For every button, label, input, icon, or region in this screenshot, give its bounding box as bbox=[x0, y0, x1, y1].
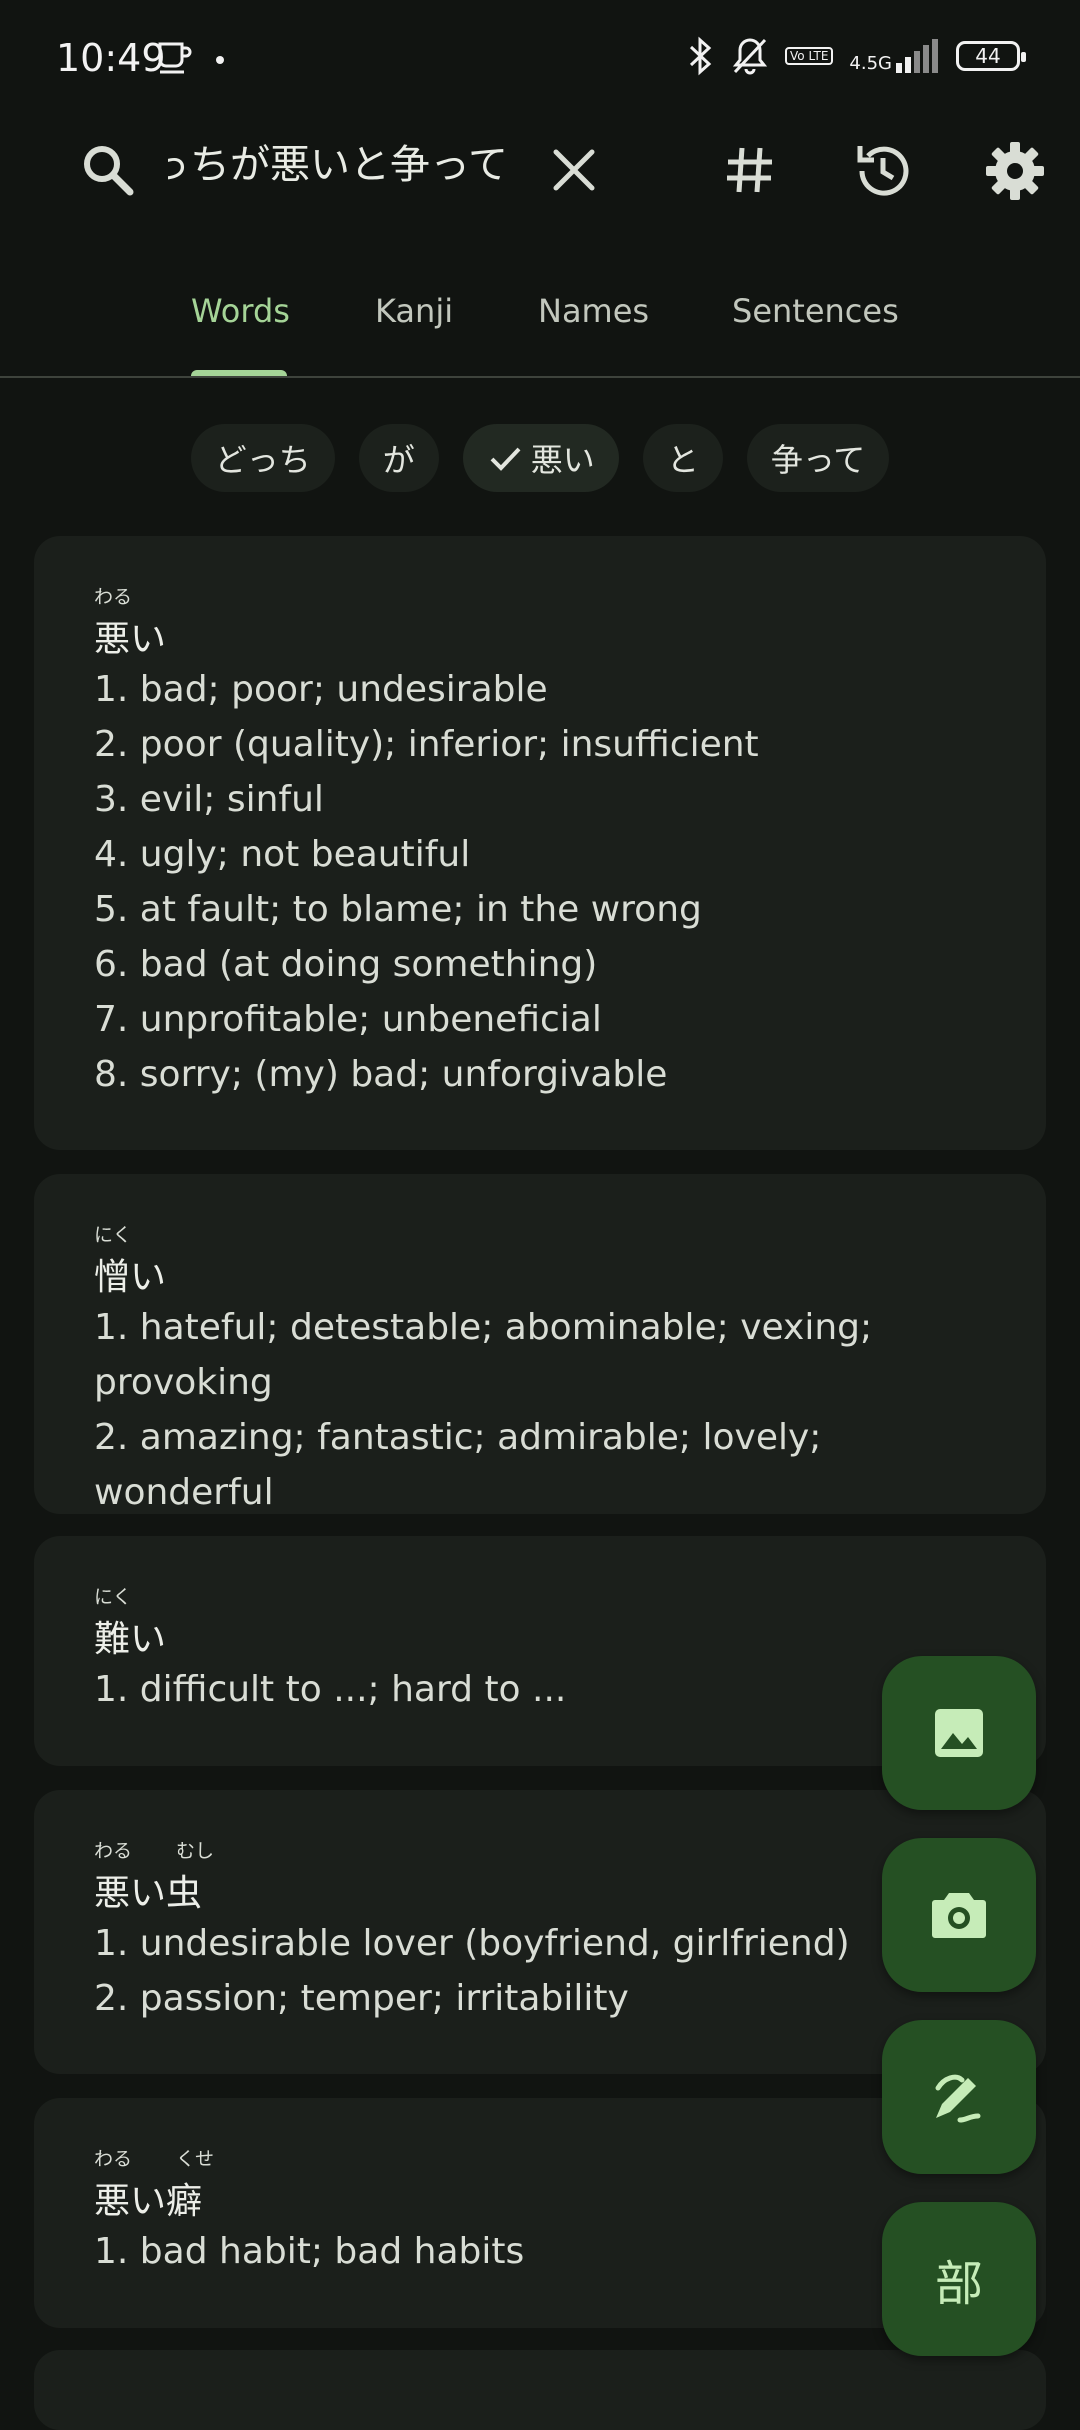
bell-off-icon bbox=[732, 38, 768, 75]
definition: 1. difficult to ...; hard to ... bbox=[94, 1669, 567, 1710]
radical-search-button[interactable]: 部 bbox=[882, 2202, 1036, 2356]
furigana-reading: むし bbox=[176, 1840, 215, 1862]
furigana: わる むし bbox=[94, 1836, 986, 1862]
status-right-icons: Vo LTE 4.5G 44 bbox=[685, 36, 1026, 76]
check-icon bbox=[490, 447, 521, 471]
definition: 8. sorry; (my) bad; unforgivable bbox=[94, 1054, 668, 1095]
search-bar: どっちが悪いと争って bbox=[0, 120, 1080, 220]
chip-warui[interactable]: 悪い bbox=[462, 424, 619, 492]
definition: 1. bad; poor; undesirable bbox=[94, 669, 548, 710]
search-query: どっちが悪いと争って bbox=[168, 142, 508, 188]
chip-ga[interactable]: が bbox=[358, 424, 439, 492]
radical-label: 部 bbox=[934, 2256, 983, 2312]
tab-kanji[interactable]: Kanji bbox=[375, 292, 453, 330]
battery-icon: 44 bbox=[956, 41, 1026, 71]
definition: 3. evil; sinful bbox=[94, 779, 324, 820]
result-word: 憎い bbox=[94, 1257, 167, 1298]
network-type: 4.5G bbox=[849, 53, 892, 74]
status-bar: 10:49 Vo LTE 4.5G 44 bbox=[0, 0, 1080, 120]
search-input[interactable]: どっちが悪いと争って bbox=[168, 130, 508, 200]
tab-indicator bbox=[191, 370, 287, 376]
result-word: 悪い虫 bbox=[94, 1873, 203, 1914]
hash-icon[interactable] bbox=[722, 142, 778, 198]
battery-level: 44 bbox=[975, 44, 1001, 68]
image-search-button[interactable] bbox=[882, 1656, 1036, 1810]
furigana-reading: わる bbox=[94, 1840, 133, 1862]
signal-indicator: 4.5G bbox=[849, 39, 940, 73]
coffee-icon bbox=[158, 42, 224, 74]
definition: 2. poor (quality); inferior; insufficien… bbox=[94, 724, 759, 765]
furigana-reading: わる bbox=[94, 2148, 133, 2170]
result-card[interactable]: わる 悪い 1. bad; poor; undesirable 2. poor … bbox=[34, 536, 1046, 1150]
result-word: 悪い癖 bbox=[94, 2181, 203, 2222]
chip-label: どっち bbox=[214, 441, 311, 479]
tab-names[interactable]: Names bbox=[538, 292, 649, 330]
result-word: 難い bbox=[94, 1619, 167, 1660]
image-icon bbox=[935, 1709, 983, 1757]
volte-badge: Vo LTE bbox=[785, 47, 834, 65]
furigana-reading: にく bbox=[94, 1224, 132, 1246]
furigana: にく bbox=[94, 1220, 986, 1246]
handwriting-icon bbox=[935, 2074, 981, 2123]
bluetooth-icon bbox=[690, 36, 712, 76]
chip-label: が bbox=[382, 441, 415, 479]
definition: 4. ugly; not beautiful bbox=[94, 834, 471, 875]
handwriting-button[interactable] bbox=[882, 2020, 1036, 2174]
chip-label: 悪い bbox=[530, 441, 595, 479]
clear-icon[interactable] bbox=[548, 144, 600, 196]
definition: 7. unprofitable; unbeneficial bbox=[94, 999, 602, 1040]
camera-button[interactable] bbox=[882, 1838, 1036, 1992]
furigana: わる bbox=[94, 582, 986, 608]
search-icon[interactable] bbox=[80, 142, 136, 198]
definition: 1. undesirable lover (boyfriend, girlfri… bbox=[94, 1923, 850, 1964]
tab-bar: Words Kanji Names Sentences bbox=[0, 270, 1080, 378]
segment-chips: どっち が 悪い と 争って bbox=[0, 424, 1080, 494]
definition: 2. amazing; fantastic; admirable; lovely… bbox=[94, 1417, 822, 1513]
chip-label: 争って bbox=[770, 441, 866, 479]
chip-docchi[interactable]: どっち bbox=[190, 424, 335, 492]
gear-icon[interactable] bbox=[984, 140, 1046, 202]
definition: 1. hateful; detestable; abominable; vexi… bbox=[94, 1307, 873, 1403]
result-word: 悪い bbox=[94, 619, 167, 660]
camera-icon bbox=[932, 1893, 986, 1938]
furigana-reading: わる bbox=[94, 586, 133, 608]
furigana-reading: にく bbox=[94, 1586, 132, 1608]
result-card[interactable] bbox=[34, 2350, 1046, 2430]
furigana: にく bbox=[94, 1582, 986, 1608]
definition: 2. passion; temper; irritability bbox=[94, 1978, 629, 2019]
definition: 1. bad habit; bad habits bbox=[94, 2231, 525, 2272]
definition: 5. at fault; to blame; in the wrong bbox=[94, 889, 702, 930]
history-icon[interactable] bbox=[850, 140, 912, 202]
tab-words[interactable]: Words bbox=[191, 292, 290, 330]
chip-arasotte[interactable]: 争って bbox=[746, 424, 890, 492]
furigana: わる くせ bbox=[94, 2144, 986, 2170]
signal-icon bbox=[896, 39, 938, 73]
furigana-reading: くせ bbox=[176, 2148, 215, 2170]
status-time: 10:49 bbox=[56, 36, 166, 80]
status-notification-icons bbox=[158, 40, 228, 80]
chip-label: と bbox=[666, 441, 699, 479]
tab-sentences[interactable]: Sentences bbox=[732, 292, 899, 330]
chip-to[interactable]: と bbox=[642, 424, 723, 492]
result-card[interactable]: にく 憎い 1. hateful; detestable; abominable… bbox=[34, 1174, 1046, 1514]
definition: 6. bad (at doing something) bbox=[94, 944, 598, 985]
